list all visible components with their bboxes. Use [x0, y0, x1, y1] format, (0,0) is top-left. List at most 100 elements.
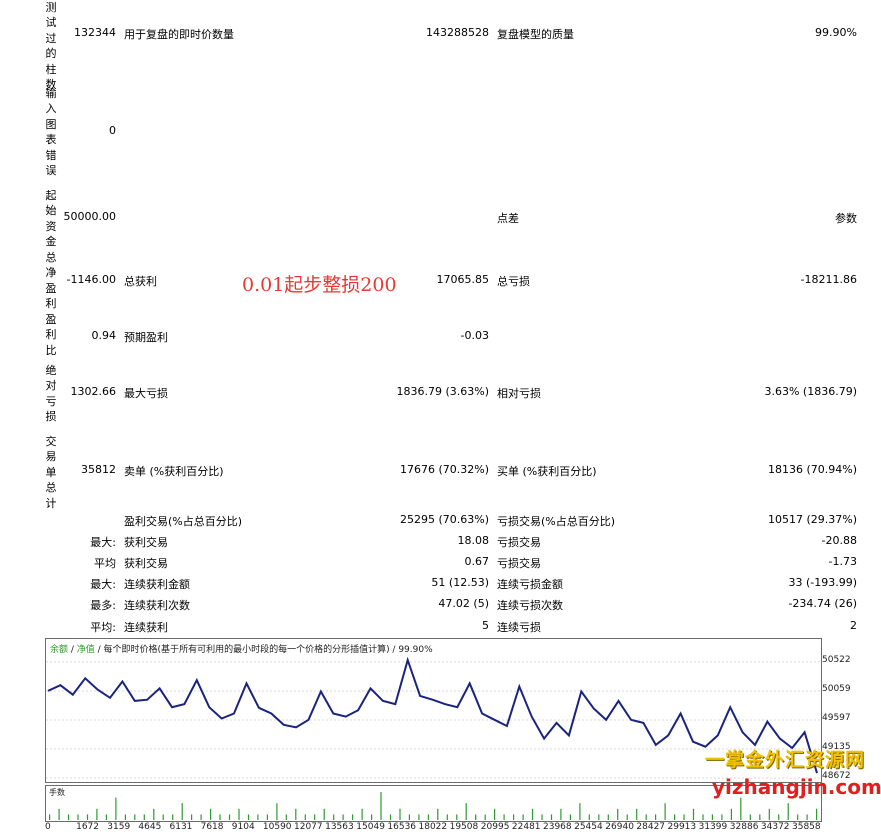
- max-cons-wins-value: 51 (12.53): [431, 576, 489, 589]
- volume-bar: [342, 814, 344, 820]
- volume-bar: [153, 808, 155, 820]
- volume-bar: [569, 814, 571, 820]
- balance-line: [47, 656, 818, 774]
- volume-bar: [721, 814, 723, 820]
- rel-drawdown-value: 3.63% (1836.79): [764, 385, 857, 398]
- volume-bar: [579, 803, 581, 820]
- volume-bar: [172, 814, 174, 820]
- max-cons-prefix: 最大:: [90, 578, 116, 591]
- volume-bar: [740, 797, 742, 820]
- largest-loss-value: -20.88: [821, 534, 857, 547]
- volume-bar: [115, 797, 117, 820]
- volume-bar: [778, 814, 780, 820]
- x-tick-label: 18022: [418, 822, 448, 832]
- volume-bar: [86, 814, 89, 820]
- volume-bar: [333, 814, 335, 820]
- x-tick-label: 12077: [294, 822, 323, 832]
- x-tick-label: 25454: [574, 822, 603, 832]
- volume-bar: [531, 808, 534, 820]
- volume-bar: [702, 814, 704, 820]
- initial-deposit-value: 50000.00: [63, 210, 117, 223]
- volume-bar: [806, 814, 808, 820]
- long-positions-value: 18136 (70.94%): [767, 463, 857, 476]
- volume-bar: [371, 814, 373, 820]
- volume-bar: [200, 814, 202, 820]
- x-tick-label: 1672: [76, 822, 99, 832]
- max-drawdown-label: 最大亏损: [124, 387, 168, 400]
- x-tick-label: 6131: [169, 822, 193, 832]
- rel-drawdown-label: 相对亏损: [497, 387, 541, 400]
- average-profit-label: 获利交易: [124, 557, 168, 570]
- spread-label: 点差: [497, 212, 519, 225]
- volume-bar: [238, 808, 240, 820]
- volume-chart-plot: [45, 785, 822, 822]
- volume-bar: [759, 814, 761, 820]
- volume-bar: [143, 814, 145, 820]
- chart-legend: 余额 / 净值 / 每个即时价格(基于所有可利用的最小时段的每一个价格的分形插值…: [50, 642, 433, 655]
- ticks-modelled-value: 143288528: [426, 26, 489, 39]
- max-cons-losses-value: 33 (-193.99): [788, 576, 857, 589]
- legend-sep: /: [68, 645, 77, 655]
- volume-bar: [730, 808, 732, 820]
- x-tick-label: 22481: [511, 822, 541, 832]
- volume-bar: [295, 808, 297, 820]
- volume-chart-svg: [49, 792, 818, 820]
- volume-bar: [636, 808, 638, 820]
- x-tick-label: 13563: [325, 822, 354, 832]
- volume-bar: [465, 803, 467, 820]
- volume-bar: [67, 814, 70, 820]
- y-tick-label: 50059: [822, 683, 851, 694]
- volume-bar: [191, 814, 193, 820]
- volume-bar: [408, 814, 410, 820]
- balance-chart: 余额 / 净值 / 每个即时价格(基于所有可利用的最小时段的每一个价格的分形插值…: [45, 638, 865, 835]
- volume-bar: [49, 814, 51, 820]
- short-positions-value: 17676 (70.32%): [399, 463, 489, 476]
- volume-bar: [692, 808, 695, 820]
- x-tick-label: 26940: [605, 822, 634, 832]
- expected-payoff-label: 预期盈利: [124, 331, 168, 344]
- x-tick-label: 4645: [138, 822, 162, 832]
- legend-equity: 净值: [76, 645, 95, 655]
- x-tick-label: 29913: [667, 822, 697, 832]
- model-quality-label: 复盘模型的质量: [497, 28, 574, 41]
- x-tick-label: 28427: [636, 822, 666, 832]
- max-cons-wins-label: 连续获利金额: [124, 578, 190, 591]
- average-profit-value: 0.67: [464, 555, 490, 568]
- max-drawdown-value: 1836.79 (3.63%): [396, 385, 489, 398]
- avg-cons-wins-label: 连续获利: [124, 621, 168, 634]
- volume-bar: [437, 808, 439, 820]
- volume-bar: [522, 814, 524, 820]
- x-tick-label: 32886: [729, 822, 759, 832]
- net-profit-value: -1146.00: [66, 273, 116, 286]
- legend-balance: 余额: [50, 645, 69, 655]
- volume-bar: [456, 814, 458, 820]
- average-loss-label: 亏损交易: [497, 557, 541, 570]
- expected-payoff-value: -0.03: [460, 329, 489, 342]
- volume-bar: [389, 814, 392, 820]
- gross-loss-label: 总亏损: [497, 275, 530, 288]
- volume-bar: [446, 814, 448, 820]
- x-tick-label: 35858: [792, 822, 821, 832]
- max-cons-losses-label: 连续亏损金额: [497, 578, 563, 591]
- volume-bar: [683, 814, 685, 820]
- legend-description: / 每个即时价格(基于所有可利用的最小时段的每一个价格的分形插值计算) / 99…: [94, 645, 433, 655]
- volume-bar: [314, 814, 316, 820]
- volume-bar: [247, 814, 250, 820]
- x-tick-label: 10590: [262, 822, 292, 832]
- largest-profit-value: 18.08: [457, 534, 490, 547]
- volume-bar: [475, 814, 477, 820]
- volume-bar: [541, 814, 543, 820]
- volume-bar: [266, 814, 268, 820]
- volume-bar: [645, 814, 647, 820]
- volume-bar: [513, 814, 515, 820]
- volume-bar: [352, 814, 354, 820]
- profit-trades-value: 25295 (70.63%): [399, 513, 489, 526]
- volume-bar: [228, 814, 231, 820]
- spread-value: 参数: [835, 212, 857, 225]
- volume-bar: [816, 808, 818, 820]
- x-tick-label: 3159: [107, 822, 131, 832]
- volume-bar: [105, 814, 107, 820]
- volume-bar: [323, 808, 325, 820]
- volume-bar: [787, 803, 789, 820]
- y-tick-label: 50522: [822, 654, 851, 665]
